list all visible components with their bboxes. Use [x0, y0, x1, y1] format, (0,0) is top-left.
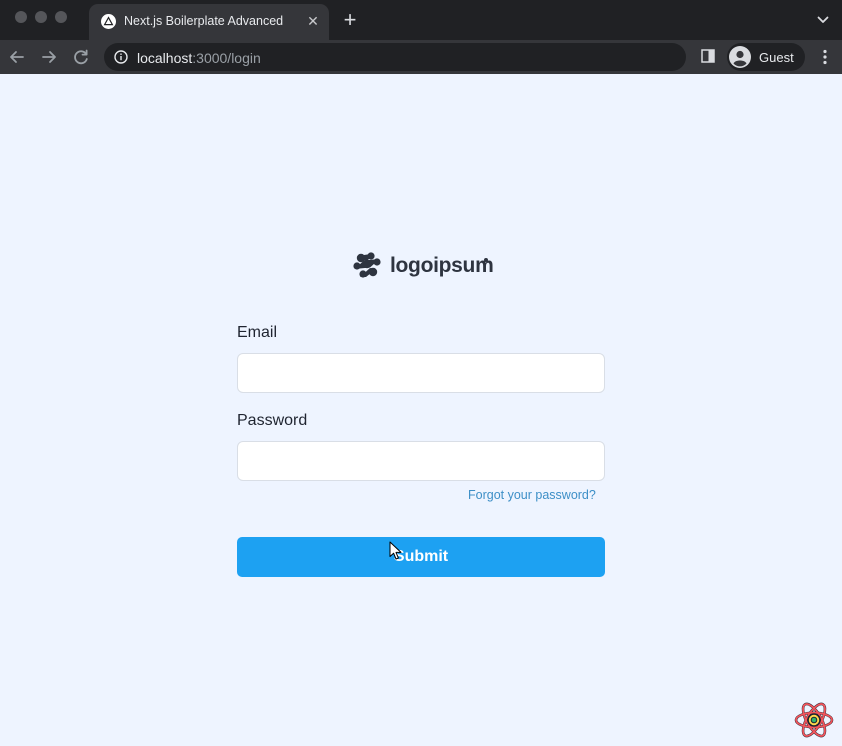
forgot-password-link[interactable]: Forgot your password? [468, 488, 596, 502]
mouse-cursor-icon [389, 541, 402, 560]
vercel-triangle-icon [101, 14, 116, 29]
password-label: Password [237, 412, 308, 429]
email-label: Email [237, 324, 278, 341]
browser-tab-strip: Next.js Boilerplate Advanced ✕ + [0, 0, 842, 40]
window-zoom-button[interactable] [55, 11, 67, 23]
guest-avatar-icon [729, 46, 751, 68]
tab-close-icon[interactable]: ✕ [305, 13, 321, 29]
site-info-icon[interactable] [114, 50, 128, 64]
submit-button[interactable]: Submit [237, 537, 605, 577]
react-query-devtools-icon[interactable] [793, 699, 835, 741]
logo-wordmark: logoipsum [390, 254, 494, 277]
profile-button[interactable]: Guest [727, 43, 805, 71]
logo: logoipsum [352, 252, 494, 282]
logo-dot-icon [484, 258, 488, 262]
more-menu-icon[interactable] [818, 48, 832, 66]
url-host: localhost [137, 50, 193, 66]
window-minimize-button[interactable] [35, 11, 47, 23]
tab-search-chevron-icon[interactable] [814, 11, 832, 29]
url-text[interactable]: localhost:3000/login [137, 50, 261, 66]
window-close-button[interactable] [15, 11, 27, 23]
side-panel-icon[interactable] [701, 49, 715, 63]
profile-name: Guest [759, 50, 794, 65]
logoipsum-mark-icon [353, 252, 381, 278]
new-tab-button[interactable]: + [340, 9, 360, 31]
page-viewport: logoipsum Email Password Forgot your pas… [0, 74, 842, 746]
tab-title: Next.js Boilerplate Advanced [124, 14, 284, 28]
url-path: :3000/login [192, 50, 261, 66]
back-arrow-icon[interactable] [6, 46, 28, 68]
browser-tab-active[interactable]: Next.js Boilerplate Advanced ✕ [89, 4, 329, 40]
password-field[interactable] [237, 441, 605, 481]
browser-toolbar: localhost:3000/login Guest [0, 40, 842, 74]
email-field[interactable] [237, 353, 605, 393]
address-bar[interactable]: localhost:3000/login [104, 43, 686, 71]
reload-icon[interactable] [70, 46, 92, 68]
forward-arrow-icon[interactable] [38, 46, 60, 68]
